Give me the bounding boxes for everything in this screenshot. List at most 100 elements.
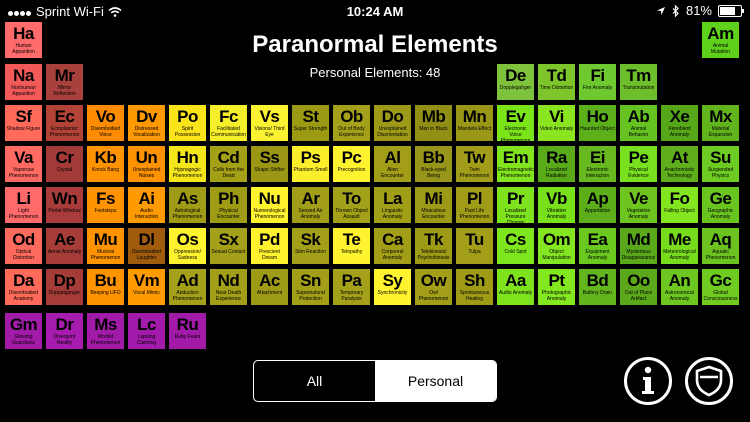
element-cell-ow[interactable]: Ow Owl Phenomenon xyxy=(414,268,453,306)
element-cell-pr[interactable]: Pr Localized Pressure Change xyxy=(496,186,535,224)
element-cell-lc[interactable]: Lc Lapsing Claiming xyxy=(127,312,166,350)
element-cell-un[interactable]: Un Unexplained Noises xyxy=(127,145,166,183)
element-cell-al[interactable]: Al Alien Encounter xyxy=(373,145,412,183)
element-cell-em[interactable]: Em Electromagnetic Phenomenon xyxy=(496,145,535,183)
element-cell-gc[interactable]: Gc Global Consciousness xyxy=(701,268,740,306)
element-cell-vo[interactable]: Vo Disembodied Voice xyxy=(86,104,125,142)
element-cell-tw[interactable]: Tw Twin Phenomenon xyxy=(455,145,494,183)
element-cell-ho[interactable]: Ho Haunted Object xyxy=(578,104,617,142)
element-cell-xe[interactable]: Xe Xenobient Anomaly xyxy=(660,104,699,142)
element-cell-pt[interactable]: Pt Photographic Anomaly xyxy=(537,268,576,306)
shield-button[interactable] xyxy=(685,357,733,405)
element-cell-mu[interactable]: Mu Musical Phenomenon xyxy=(86,227,125,265)
element-cell-ss[interactable]: Ss Shape Shifter xyxy=(250,145,289,183)
element-cell-an[interactable]: An Astronomical Anomaly xyxy=(660,268,699,306)
element-cell-tm[interactable]: Tm Transmutation xyxy=(619,63,658,101)
element-cell-sn[interactable]: Sn Supernatural Protection xyxy=(291,268,330,306)
element-cell-aq[interactable]: Aq Aquatic Phenomenon xyxy=(701,227,740,265)
element-cell-ra[interactable]: Ra Localized Radiation xyxy=(537,145,576,183)
element-cell-tu[interactable]: Tu Tulpa xyxy=(455,227,494,265)
element-cell-vi[interactable]: Vi Video Anomaly xyxy=(537,104,576,142)
info-button[interactable] xyxy=(624,357,672,405)
element-cell-sh[interactable]: Sh Spontaneous Healing xyxy=(455,268,494,306)
element-cell-at[interactable]: At Anachronistic Technology xyxy=(660,145,699,183)
element-cell-sy[interactable]: Sy Synchronicity xyxy=(373,268,412,306)
element-cell-ae[interactable]: Ae Aerial Anomaly xyxy=(45,227,84,265)
element-cell-ad[interactable]: Ad Abduction Phenomenon xyxy=(168,268,207,306)
element-cell-na[interactable]: Na Nonhuman Apparition xyxy=(4,63,43,101)
element-cell-ms[interactable]: Ms Morbid Phenomenon xyxy=(86,312,125,350)
element-cell-vs[interactable]: Vs Visions/ Third Eye xyxy=(250,104,289,142)
element-cell-ai[interactable]: Ai Audio Interaction xyxy=(127,186,166,224)
element-cell-ha[interactable]: Ha Human Apparition xyxy=(4,21,43,59)
element-cell-ob[interactable]: Ob Out of Body Experience xyxy=(332,104,371,142)
element-cell-dl[interactable]: Dl Disembodied Laughter xyxy=(127,227,166,265)
element-cell-as[interactable]: As Astrological Phenomenon xyxy=(168,186,207,224)
element-cell-pc[interactable]: Pc Precognition xyxy=(332,145,371,183)
element-cell-sx[interactable]: Sx Sexual Contact xyxy=(209,227,248,265)
element-cell-ap[interactable]: Ap Apportation xyxy=(578,186,617,224)
element-cell-mb[interactable]: Mb Man in Black xyxy=(414,104,453,142)
element-cell-vm[interactable]: Vm Vocal Mimic xyxy=(127,268,166,306)
element-cell-sf[interactable]: Sf Shadow Figure xyxy=(4,104,43,142)
element-cell-la[interactable]: La Linguistic Anomaly xyxy=(373,186,412,224)
element-cell-to[interactable]: To Thrown Object Assault xyxy=(332,186,371,224)
element-cell-ge[interactable]: Ge Geographic Anomaly xyxy=(701,186,740,224)
element-cell-ps[interactable]: Ps Phantom Smell xyxy=(291,145,330,183)
element-cell-nd[interactable]: Nd Near Death Experience xyxy=(209,268,248,306)
element-cell-bu[interactable]: Bu Beeping UFO xyxy=(86,268,125,306)
element-cell-pl[interactable]: Pl Past Life Phenomenon xyxy=(455,186,494,224)
element-cell-ca[interactable]: Ca Corporeal Anomaly xyxy=(373,227,412,265)
element-cell-td[interactable]: Td Time Distortion xyxy=(537,63,576,101)
element-cell-do[interactable]: Do Unexplained Disorientation xyxy=(373,104,412,142)
element-cell-te[interactable]: Te Telepathy xyxy=(332,227,371,265)
element-cell-cs[interactable]: Cs Cold Spot xyxy=(496,227,535,265)
element-cell-pa[interactable]: Pa Temporary Paralysis xyxy=(332,268,371,306)
element-cell-st[interactable]: St Super Strength xyxy=(291,104,330,142)
element-cell-kb[interactable]: Kb Knock Bang xyxy=(86,145,125,183)
element-cell-fo[interactable]: Fo Falling Object xyxy=(660,186,699,224)
element-cell-va[interactable]: Va Vaporous Phenomenon xyxy=(4,145,43,183)
element-cell-bb[interactable]: Bb Black-eyed Being xyxy=(414,145,453,183)
element-cell-gm[interactable]: Gm Glowing Guardians xyxy=(4,312,43,350)
element-cell-ve[interactable]: Ve Vegetation Anomaly xyxy=(619,186,658,224)
element-cell-su[interactable]: Su Suspended Physics xyxy=(701,145,740,183)
element-cell-ac[interactable]: Ac Attachment xyxy=(250,268,289,306)
element-cell-sk[interactable]: Sk Skin Reaction xyxy=(291,227,330,265)
element-cell-md[interactable]: Md Mysterious Disappearance xyxy=(619,227,658,265)
element-cell-ec[interactable]: Ec Ectoplasmic Phenomenon xyxy=(45,104,84,142)
element-cell-pd[interactable]: Pd Prescient Dream xyxy=(250,227,289,265)
element-cell-am[interactable]: Am Animal Mutation xyxy=(701,21,740,59)
element-cell-ph[interactable]: Ph Physical Encounter xyxy=(209,186,248,224)
tab-all[interactable]: All xyxy=(254,361,375,401)
element-cell-dv[interactable]: Dv Distressed Vocalization xyxy=(127,104,166,142)
element-cell-od[interactable]: Od Optical Distortion xyxy=(4,227,43,265)
element-cell-bd[interactable]: Bd Battery Drain xyxy=(578,268,617,306)
element-cell-me[interactable]: Me Meteorological Anomaly xyxy=(660,227,699,265)
element-cell-wn[interactable]: Wn Portal Window xyxy=(45,186,84,224)
element-cell-hn[interactable]: Hn Hypnagogic Phenomenon xyxy=(168,145,207,183)
element-cell-oo[interactable]: Oo Out of Place Artifact xyxy=(619,268,658,306)
element-cell-mr[interactable]: Mr Mirror Reflection xyxy=(45,63,84,101)
element-cell-ei[interactable]: Ei Electronic Interaction xyxy=(578,145,617,183)
element-cell-ab[interactable]: Ab Animal Behavior xyxy=(619,104,658,142)
element-cell-pe[interactable]: Pe Physical Evidence xyxy=(619,145,658,183)
element-cell-ea[interactable]: Ea Equipment Anomaly xyxy=(578,227,617,265)
element-cell-tk[interactable]: Tk Telekinesis/ Psychokinesis xyxy=(414,227,453,265)
element-cell-os[interactable]: Os Oppression/ Sadness xyxy=(168,227,207,265)
element-cell-po[interactable]: Po Spirit Possession xyxy=(168,104,207,142)
element-cell-om[interactable]: Om Object Manipulation xyxy=(537,227,576,265)
element-cell-da[interactable]: Da Disembodied Anatomy xyxy=(4,268,43,306)
element-cell-li[interactable]: Li Light Phenomenon xyxy=(4,186,43,224)
element-cell-ev[interactable]: Ev Electronic Voice Phenomenon xyxy=(496,104,535,142)
element-cell-dp[interactable]: Dp Doppelganger xyxy=(45,268,84,306)
element-cell-mn[interactable]: Mn Mandela Effect xyxy=(455,104,494,142)
element-cell-ar[interactable]: Ar Sensed Air Anomaly xyxy=(291,186,330,224)
element-cell-mx[interactable]: Mx Material Expansion xyxy=(701,104,740,142)
element-cell-dr[interactable]: Dr Divergent Reality xyxy=(45,312,84,350)
element-cell-cr[interactable]: Cr Crystal xyxy=(45,145,84,183)
tab-personal[interactable]: Personal xyxy=(375,361,496,401)
element-cell-fi[interactable]: Fi Fire Anomaly xyxy=(578,63,617,101)
element-cell-vb[interactable]: Vb Vibration Anomaly xyxy=(537,186,576,224)
element-cell-nu[interactable]: Nu Numerological Phenomenon xyxy=(250,186,289,224)
